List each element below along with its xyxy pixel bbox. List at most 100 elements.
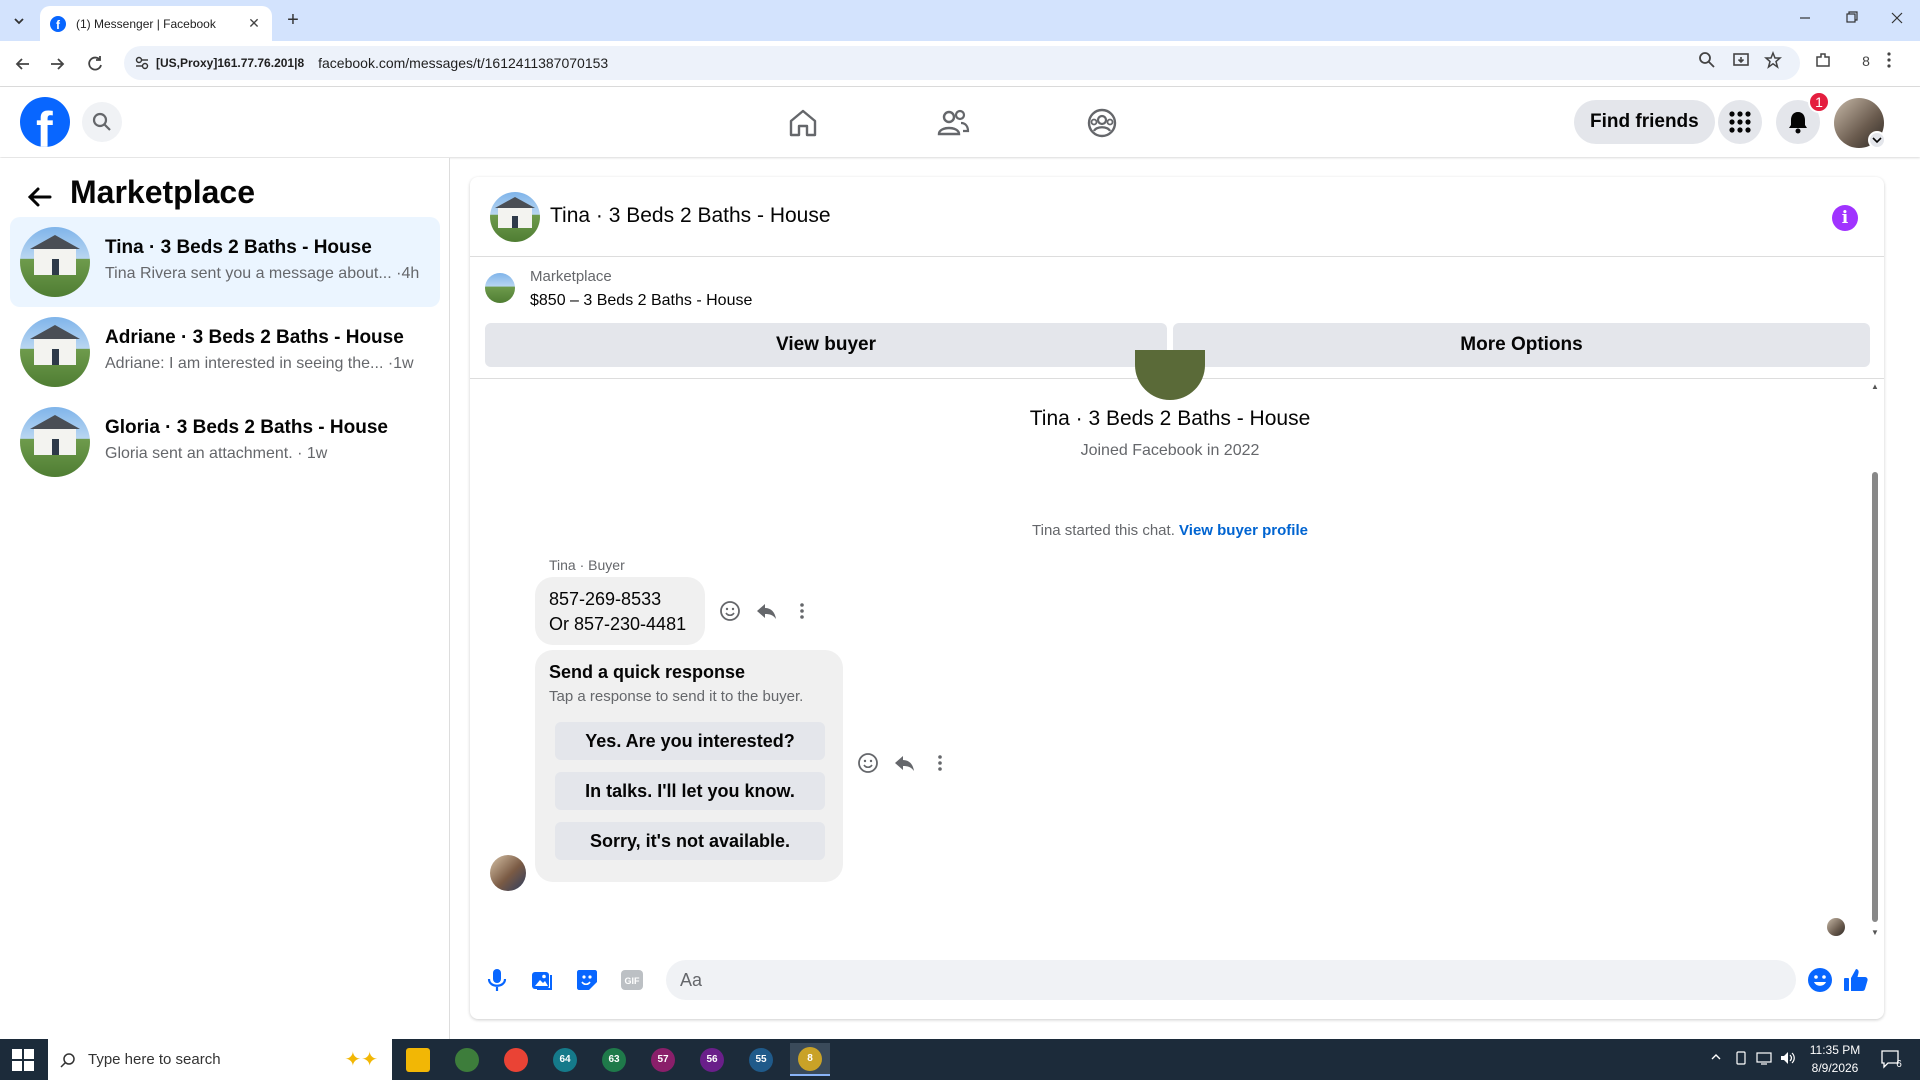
- reply-icon[interactable]: [754, 599, 778, 623]
- conversation-name: Tina · 3 Beds 2 Baths - House: [105, 237, 372, 258]
- react-emoji-icon[interactable]: [718, 599, 742, 623]
- device-icon[interactable]: [1734, 1051, 1748, 1065]
- url-text[interactable]: facebook.com/messages/t/1612411387070153: [318, 55, 608, 71]
- taskbar-app[interactable]: [398, 1043, 438, 1076]
- message-bubble[interactable]: 857-269-8533 Or 857-230-4481: [535, 577, 705, 645]
- info-icon[interactable]: i: [1832, 205, 1858, 231]
- view-buyer-button[interactable]: View buyer: [485, 323, 1167, 367]
- back-button[interactable]: [12, 53, 34, 75]
- browser-profile-icon: 56: [700, 1047, 724, 1072]
- svg-text:GIF: GIF: [625, 976, 641, 986]
- nav-groups[interactable]: [1082, 103, 1122, 143]
- zoom-icon[interactable]: [1698, 51, 1718, 71]
- message-input[interactable]: [666, 960, 1796, 1000]
- taskbar-app-active[interactable]: 8: [790, 1043, 830, 1076]
- nav-home[interactable]: [783, 103, 823, 143]
- message-line: Or 857-230-4481: [549, 614, 687, 634]
- chat-header: Tina · 3 Beds 2 Baths - House i: [470, 177, 1884, 257]
- browser-tab-messenger[interactable]: f (1) Messenger | Facebook ✕: [40, 6, 272, 41]
- omnibox[interactable]: [US,Proxy]161.77.76.201|8 facebook.com/m…: [124, 46, 1800, 80]
- chevron-down-icon[interactable]: [1868, 131, 1886, 149]
- search-icon: [60, 1052, 75, 1068]
- tab-close-icon[interactable]: ✕: [246, 15, 262, 32]
- sender-avatar[interactable]: [490, 855, 526, 891]
- microphone-icon[interactable]: [484, 967, 510, 993]
- emoji-icon[interactable]: [1807, 967, 1833, 993]
- back-arrow-button[interactable]: [24, 182, 54, 212]
- bookmark-star-icon[interactable]: [1764, 51, 1784, 71]
- taskbar-app[interactable]: 57: [643, 1043, 683, 1076]
- reply-icon[interactable]: [892, 751, 916, 775]
- search-button[interactable]: [82, 102, 122, 142]
- close-icon: [1891, 12, 1903, 24]
- quick-response-button[interactable]: In talks. I'll let you know.: [555, 772, 825, 810]
- clock-time[interactable]: 11:35 PM: [1800, 1043, 1870, 1057]
- taskbar-search[interactable]: Type here to search ✦✦: [48, 1039, 392, 1080]
- friends-icon: [937, 109, 970, 136]
- facebook-logo-icon[interactable]: f: [20, 97, 70, 147]
- message-actions: [718, 599, 814, 623]
- extensions-icon[interactable]: [1814, 51, 1834, 71]
- taskbar-app[interactable]: 55: [741, 1043, 781, 1076]
- taskbar-app[interactable]: [496, 1043, 536, 1076]
- close-window-button[interactable]: [1882, 8, 1912, 28]
- quick-response-button[interactable]: Yes. Are you interested?: [555, 722, 825, 760]
- gif-icon[interactable]: GIF: [619, 967, 645, 993]
- quick-response-card: Send a quick response Tap a response to …: [535, 650, 843, 882]
- clock-date[interactable]: 8/9/2026: [1800, 1061, 1870, 1075]
- conversation-item[interactable]: Gloria · 3 Beds 2 Baths - House Gloria s…: [10, 397, 440, 487]
- taskbar-app[interactable]: [447, 1043, 487, 1076]
- proxy-label: [US,Proxy]161.77.76.201|8: [156, 56, 305, 70]
- photo-icon[interactable]: [529, 967, 555, 993]
- react-emoji-icon[interactable]: [856, 751, 880, 775]
- network-icon[interactable]: [1756, 1051, 1772, 1065]
- browser-menu-icon[interactable]: [1886, 51, 1906, 71]
- install-app-icon[interactable]: [1732, 51, 1752, 71]
- thumbs-up-icon[interactable]: [1843, 967, 1869, 993]
- thread-scrollbar[interactable]: ▲ ▼: [1870, 380, 1880, 940]
- taskbar-app[interactable]: 64: [545, 1043, 585, 1076]
- taskbar-app[interactable]: 63: [594, 1043, 634, 1076]
- listing-title[interactable]: $850 – 3 Beds 2 Baths - House: [530, 292, 752, 310]
- new-tab-button[interactable]: +: [282, 9, 304, 32]
- quick-response-button[interactable]: Sorry, it's not available.: [555, 822, 825, 860]
- view-buyer-profile-link[interactable]: View buyer profile: [1179, 522, 1308, 539]
- more-vertical-icon[interactable]: [790, 599, 814, 623]
- find-friends-button[interactable]: Find friends: [1574, 100, 1715, 144]
- chevron-up-icon[interactable]: [1710, 1051, 1722, 1063]
- nav-friends[interactable]: [933, 103, 973, 143]
- sticker-icon[interactable]: [574, 967, 600, 993]
- arrow-right-icon: [51, 58, 65, 70]
- scroll-thumb[interactable]: [1872, 472, 1878, 922]
- restore-button[interactable]: [1836, 8, 1866, 28]
- more-vertical-icon[interactable]: [928, 751, 952, 775]
- read-receipt-avatar: [1827, 918, 1845, 936]
- browser-profile-icon: 57: [651, 1047, 675, 1072]
- listing-thumbnail: [20, 227, 90, 297]
- address-bar-row: [US,Proxy]161.77.76.201|8 facebook.com/m…: [0, 41, 1920, 87]
- profile-count[interactable]: 8: [1856, 51, 1876, 71]
- arrow-left-icon: [15, 58, 29, 70]
- conversation-item[interactable]: Tina · 3 Beds 2 Baths - House Tina River…: [10, 217, 440, 307]
- app-icon: [455, 1047, 479, 1072]
- reload-button[interactable]: [84, 53, 106, 75]
- chat-thumbnail[interactable]: [490, 192, 540, 242]
- minimize-icon: [1800, 17, 1810, 19]
- minimize-button[interactable]: [1790, 8, 1820, 28]
- taskbar-app[interactable]: 56: [692, 1043, 732, 1076]
- conversation-name: Gloria · 3 Beds 2 Baths - House: [105, 417, 388, 438]
- scroll-down-icon[interactable]: ▼: [1870, 928, 1880, 937]
- listing-thumbnail: [20, 317, 90, 387]
- site-settings-icon[interactable]: [134, 55, 150, 71]
- forward-button[interactable]: [46, 53, 68, 75]
- more-options-button[interactable]: More Options: [1173, 323, 1870, 367]
- menu-button[interactable]: [1718, 100, 1762, 144]
- volume-icon[interactable]: [1780, 1051, 1796, 1065]
- restore-icon: [1846, 11, 1858, 23]
- tab-search-button[interactable]: [8, 10, 30, 32]
- windows-start-icon[interactable]: [12, 1049, 34, 1071]
- chat-title[interactable]: Tina · 3 Beds 2 Baths - House: [550, 204, 831, 228]
- sender-label: Tina · Buyer: [549, 557, 625, 573]
- conversation-item[interactable]: Adriane · 3 Beds 2 Baths - House Adriane…: [10, 307, 440, 397]
- scroll-up-icon[interactable]: ▲: [1870, 382, 1880, 391]
